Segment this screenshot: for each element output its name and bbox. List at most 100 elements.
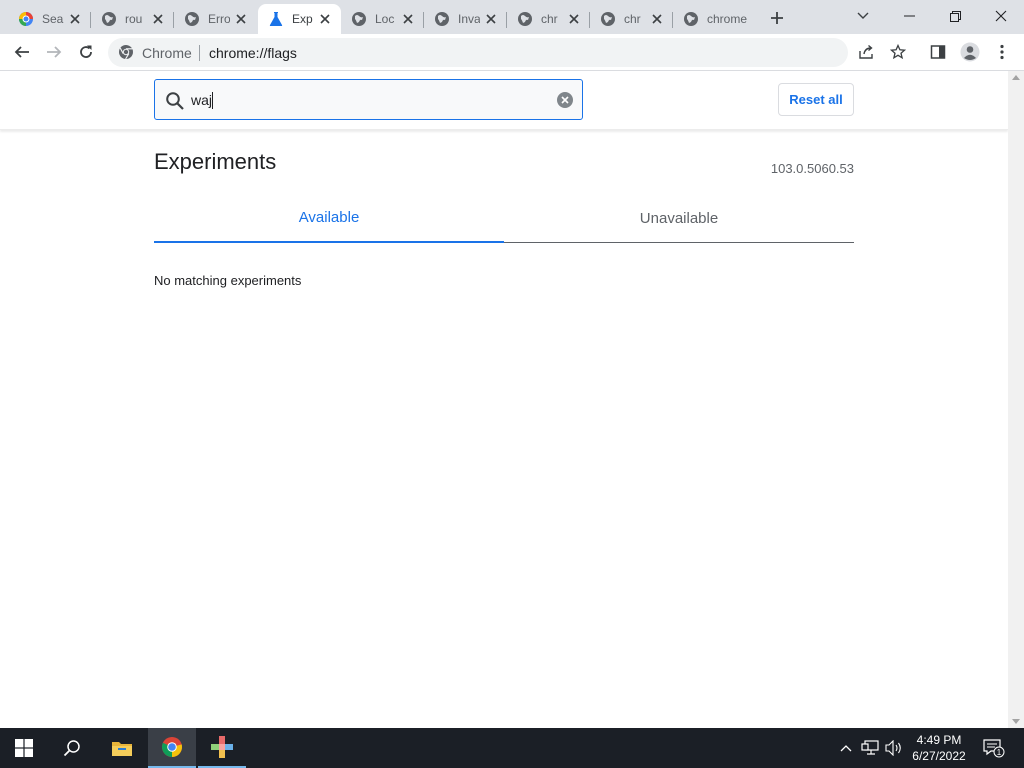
text-cursor bbox=[212, 92, 213, 109]
globe-icon bbox=[351, 11, 367, 27]
globe-icon bbox=[517, 11, 533, 27]
address-bar[interactable]: Chrome chrome://flags bbox=[108, 38, 848, 67]
close-tab-icon[interactable] bbox=[317, 11, 333, 27]
tab-invalid[interactable]: Inva bbox=[424, 4, 507, 34]
browser-toolbar: Chrome chrome://flags bbox=[0, 34, 1024, 71]
close-tab-icon[interactable] bbox=[566, 11, 582, 27]
page-title: Experiments bbox=[154, 149, 277, 174]
forward-button[interactable] bbox=[40, 38, 68, 66]
notification-count: 1 bbox=[997, 748, 1002, 757]
share-icon bbox=[859, 44, 873, 59]
close-tab-icon[interactable] bbox=[67, 11, 83, 27]
globe-icon bbox=[434, 11, 450, 27]
tab-title: Erro bbox=[208, 12, 230, 26]
arrow-right-icon bbox=[47, 46, 62, 58]
menu-button[interactable] bbox=[988, 38, 1016, 66]
taskbar-search-button[interactable] bbox=[48, 728, 96, 768]
flags-page: Reset all Experiments 103.0.5060.53 Avai… bbox=[0, 71, 1008, 728]
tab-title: chr bbox=[541, 12, 558, 26]
minimize-button[interactable] bbox=[886, 0, 932, 32]
tab-title: Sea bbox=[42, 12, 64, 26]
network-icon[interactable] bbox=[860, 738, 880, 758]
tab-strip: Sea rou Erro Exp Loc Inva chr chr chrome bbox=[0, 0, 1024, 34]
notifications-button[interactable]: 1 bbox=[982, 738, 1006, 758]
chevron-down-icon bbox=[857, 12, 869, 19]
chrome-taskbar-button[interactable] bbox=[148, 728, 196, 768]
tab-title: Loc bbox=[375, 12, 395, 26]
site-chip-label: Chrome bbox=[142, 45, 192, 61]
tab-available[interactable]: Available bbox=[154, 201, 504, 243]
globe-icon bbox=[101, 11, 117, 27]
share-button[interactable] bbox=[852, 38, 880, 66]
file-explorer-button[interactable] bbox=[98, 728, 146, 768]
reset-all-button[interactable]: Reset all bbox=[778, 83, 854, 116]
system-clock[interactable]: 4:49 PM 6/27/2022 bbox=[906, 732, 972, 764]
app-taskbar-button[interactable] bbox=[198, 728, 246, 768]
search-input[interactable] bbox=[191, 90, 541, 110]
chrome-icon bbox=[161, 737, 183, 757]
chevron-up-icon bbox=[840, 745, 852, 752]
tab-title: chr bbox=[624, 12, 641, 26]
scroll-down-arrow-icon[interactable] bbox=[1012, 719, 1020, 724]
url-text[interactable]: chrome://flags bbox=[209, 45, 297, 61]
tab-title: rou bbox=[125, 12, 143, 26]
globe-icon bbox=[184, 11, 200, 27]
side-panel-icon bbox=[930, 45, 946, 59]
back-button[interactable] bbox=[8, 38, 36, 66]
start-button[interactable] bbox=[0, 728, 48, 768]
close-tab-icon[interactable] bbox=[400, 11, 416, 27]
folder-icon bbox=[112, 742, 132, 756]
arrow-left-icon bbox=[14, 46, 29, 58]
bookmark-button[interactable] bbox=[884, 38, 912, 66]
tab-search[interactable]: Sea bbox=[8, 4, 91, 34]
scroll-up-arrow-icon[interactable] bbox=[1012, 75, 1020, 80]
tab-rou[interactable]: rou bbox=[91, 4, 174, 34]
action-center-icon: 1 bbox=[983, 739, 1005, 758]
clock-time: 4:49 PM bbox=[916, 733, 962, 747]
tab-unavailable-label: Unavailable bbox=[639, 210, 719, 227]
close-tab-icon[interactable] bbox=[150, 11, 166, 27]
tab-chr-1[interactable]: chr bbox=[507, 4, 590, 34]
no-matching-message: No matching experiments bbox=[154, 273, 302, 288]
show-hidden-icons-button[interactable] bbox=[836, 738, 856, 758]
tab-title: Exp bbox=[292, 12, 313, 26]
tab-experiments[interactable]: Exp bbox=[258, 4, 341, 34]
omnibox-divider bbox=[199, 45, 200, 61]
close-window-button[interactable] bbox=[978, 0, 1024, 32]
tab-chr-2[interactable]: chr bbox=[590, 4, 673, 34]
search-icon bbox=[63, 740, 80, 757]
restore-button[interactable] bbox=[932, 0, 978, 32]
tab-loc[interactable]: Loc bbox=[341, 4, 424, 34]
tab-error[interactable]: Erro bbox=[174, 4, 257, 34]
new-tab-button[interactable] bbox=[766, 7, 788, 29]
close-tab-icon[interactable] bbox=[233, 11, 249, 27]
version-label: 103.0.5060.53 bbox=[770, 161, 854, 176]
profile-button[interactable] bbox=[956, 38, 984, 66]
clock-date: 6/27/2022 bbox=[912, 749, 966, 763]
minimize-icon bbox=[903, 15, 915, 17]
volume-icon[interactable] bbox=[884, 738, 904, 758]
plus-icon bbox=[771, 12, 783, 24]
google-icon bbox=[18, 11, 34, 27]
side-panel-button[interactable] bbox=[924, 38, 952, 66]
clear-search-icon[interactable] bbox=[557, 92, 573, 108]
page-scrollbar[interactable] bbox=[1008, 71, 1024, 728]
close-tab-icon[interactable] bbox=[649, 11, 665, 27]
app-icon bbox=[211, 736, 233, 758]
tab-search-button[interactable] bbox=[840, 0, 886, 32]
tab-title: Inva bbox=[458, 12, 480, 26]
close-tab-icon[interactable] bbox=[483, 11, 499, 27]
search-box[interactable] bbox=[154, 79, 583, 120]
restore-icon bbox=[949, 10, 961, 22]
star-icon bbox=[890, 44, 906, 60]
reload-button[interactable] bbox=[72, 38, 100, 66]
close-icon bbox=[995, 10, 1007, 22]
tab-chrome[interactable]: chrome bbox=[673, 4, 756, 34]
chrome-site-icon[interactable] bbox=[118, 44, 134, 60]
tab-available-label: Available bbox=[298, 209, 360, 226]
search-icon bbox=[165, 91, 185, 111]
windows-logo-icon bbox=[15, 739, 33, 757]
tab-unavailable[interactable]: Unavailable bbox=[504, 201, 854, 243]
kebab-menu-icon bbox=[1000, 44, 1004, 60]
avatar-icon bbox=[960, 42, 980, 62]
